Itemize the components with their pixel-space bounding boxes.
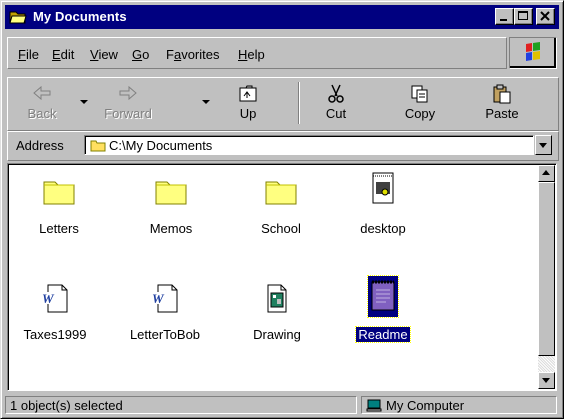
copy-icon (410, 84, 430, 107)
copy-button[interactable]: Copy (388, 80, 452, 128)
paste-label: Paste (485, 106, 519, 121)
up-label: Up (239, 106, 257, 121)
status-zone: My Computer (361, 396, 557, 414)
file-item-school[interactable]: School (236, 176, 326, 246)
folder-icon (264, 176, 298, 209)
back-dropdown-arrow[interactable] (80, 100, 88, 104)
minimize-button[interactable] (495, 8, 514, 25)
file-item-drawing[interactable]: Drawing (232, 282, 322, 352)
windows-logo-icon (510, 38, 554, 66)
file-list-view[interactable]: Letters Memos School desktop W Taxes1999… (7, 163, 557, 391)
file-name: School (261, 221, 301, 236)
file-name: Readme (355, 326, 411, 343)
status-bar: 1 object(s) selected My Computer (5, 395, 559, 415)
chevron-up-icon (542, 170, 550, 175)
forward-label: Forward (104, 106, 152, 121)
explorer-window: My Documents File Edit View Go Favorites… (0, 0, 564, 419)
file-name: desktop (360, 221, 406, 236)
forward-dropdown-arrow[interactable] (202, 100, 210, 104)
folder-icon (90, 139, 106, 155)
cut-label: Cut (325, 106, 347, 121)
notepad-file-icon (367, 275, 399, 318)
back-button[interactable]: Back (14, 80, 70, 128)
address-field[interactable]: C:\My Documents (84, 135, 534, 155)
file-name: Taxes1999 (23, 327, 87, 342)
file-item-letters[interactable]: Letters (14, 176, 104, 246)
image-file-icon (368, 170, 398, 209)
maximize-icon (518, 11, 528, 20)
menu-file[interactable]: File (18, 47, 39, 62)
menu-go[interactable]: Go (132, 47, 149, 62)
copy-label: Copy (404, 106, 436, 121)
title-bar[interactable]: My Documents (5, 5, 559, 29)
status-zone-label: My Computer (386, 398, 465, 413)
menu-bar-band: File Edit View Go Favorites Help (7, 37, 507, 69)
menu-help[interactable]: Help (238, 47, 265, 62)
file-name: LetterToBob (129, 327, 201, 342)
scroll-up-button[interactable] (538, 165, 555, 182)
scissors-icon (327, 84, 345, 107)
paint-file-icon (262, 282, 292, 319)
address-dropdown-button[interactable] (535, 135, 552, 155)
paste-button[interactable]: Paste (470, 80, 534, 128)
menu-bar: File Edit View Go Favorites Help (5, 33, 559, 73)
svg-text:W: W (42, 291, 55, 306)
word-document-icon: W (38, 282, 72, 319)
status-text: 1 object(s) selected (10, 398, 123, 413)
up-folder-icon (237, 84, 259, 107)
minimize-icon (500, 19, 507, 21)
file-item-desktop[interactable]: desktop (338, 170, 428, 246)
chevron-down-icon (542, 378, 550, 383)
forward-arrow-icon (117, 84, 139, 105)
vertical-scrollbar[interactable] (538, 165, 555, 389)
address-bar: Address C:\My Documents (7, 131, 559, 161)
open-folder-icon (9, 9, 27, 28)
forward-button[interactable]: Forward (92, 80, 164, 128)
chevron-down-icon (539, 143, 547, 148)
word-document-icon: W (148, 282, 182, 319)
scroll-down-button[interactable] (538, 372, 555, 389)
cut-button[interactable]: Cut (304, 80, 368, 128)
file-item-lettertobob[interactable]: W LetterToBob (120, 282, 210, 352)
toolbar-separator (298, 82, 300, 124)
address-label: Address (16, 138, 64, 153)
back-label: Back (27, 106, 57, 121)
folder-icon (154, 176, 188, 209)
close-button[interactable] (536, 8, 555, 25)
file-item-memos[interactable]: Memos (126, 176, 216, 246)
maximize-button[interactable] (514, 8, 533, 25)
close-icon (540, 11, 550, 21)
my-computer-icon (366, 399, 382, 415)
address-value: C:\My Documents (109, 138, 213, 153)
file-name: Drawing (253, 327, 301, 342)
svg-text:W: W (152, 291, 165, 306)
file-name: Letters (39, 221, 79, 236)
up-button[interactable]: Up (220, 80, 276, 128)
file-name: Memos (149, 221, 193, 236)
menu-edit[interactable]: Edit (52, 47, 74, 62)
folder-icon (42, 176, 76, 209)
menu-view[interactable]: View (90, 47, 118, 62)
paste-icon (492, 84, 512, 107)
back-arrow-icon (31, 84, 53, 105)
status-selection: 1 object(s) selected (5, 396, 357, 414)
menu-favorites[interactable]: Favorites (166, 47, 219, 62)
window-title: My Documents (33, 9, 127, 24)
file-item-taxes1999[interactable]: W Taxes1999 (10, 282, 100, 352)
toolbar: Back Forward Up Cut Copy Paste (7, 77, 559, 131)
windows-logo (509, 37, 557, 69)
scroll-thumb[interactable] (538, 182, 555, 356)
file-item-readme[interactable]: Readme (338, 275, 428, 352)
